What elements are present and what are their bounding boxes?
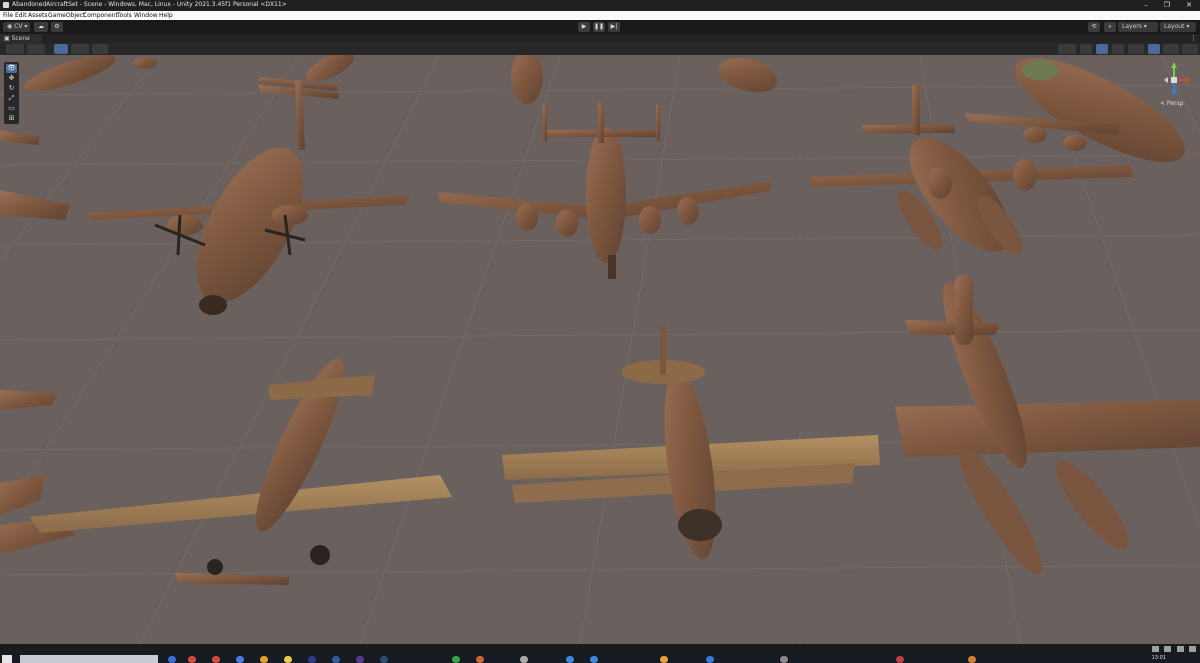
camera-settings-button[interactable]	[1163, 44, 1179, 54]
taskbar-app-icon[interactable]	[168, 656, 176, 663]
taskbar-app-icon[interactable]	[212, 656, 220, 663]
menu-window[interactable]: Window	[134, 11, 158, 20]
collab-icon: ⚙	[54, 23, 60, 30]
tab-scene[interactable]: ▣ Scene	[0, 34, 42, 43]
menu-bar: File Edit Assets GameObject Component To…	[0, 11, 1200, 20]
notifications-icon[interactable]	[1189, 646, 1196, 652]
taskbar-app-icon[interactable]	[968, 656, 976, 663]
more-options-icon[interactable]: ⋮	[1190, 34, 1197, 43]
cloud-button[interactable]: ☁	[34, 22, 48, 32]
history-button[interactable]: ⟲	[1088, 22, 1100, 32]
step-button[interactable]: ▶|	[608, 22, 620, 32]
pause-button[interactable]: ❚❚	[593, 22, 605, 32]
menu-file[interactable]: File	[3, 11, 13, 20]
collab-button[interactable]: ⚙	[51, 22, 63, 32]
render-mode-dropdown[interactable]	[27, 44, 45, 54]
draw-mode-dropdown[interactable]	[6, 44, 24, 54]
rotate-tool-icon[interactable]: ↻	[6, 84, 17, 93]
pivot-toggle[interactable]	[54, 44, 68, 54]
menu-component[interactable]: Component	[83, 11, 118, 20]
axis-gizmo-icon	[1164, 62, 1191, 96]
scene-render	[0, 55, 1200, 644]
main-toolbar: ◉ CV ▾ ☁ ⚙ ▶ ❚❚ ▶| ⟲ ⌕ Layers ▾ Layout ▾	[0, 20, 1200, 34]
title-bar: AbandonedAircraftSet - Scene - Windows, …	[0, 0, 1200, 11]
taskbar-app-icon[interactable]	[284, 656, 292, 663]
taskbar-app-icon[interactable]	[780, 656, 788, 663]
menu-gameobject[interactable]: GameObject	[48, 11, 85, 20]
start-icon[interactable]	[2, 655, 12, 663]
effects-dropdown[interactable]	[1128, 44, 1144, 54]
taskbar-app-icon[interactable]	[452, 656, 460, 663]
window-title: AbandonedAircraftSet - Scene - Windows, …	[12, 1, 287, 8]
step-icon: ▶|	[610, 23, 618, 30]
scale-tool-icon[interactable]: ⤢	[6, 94, 17, 103]
menu-tools[interactable]: Tools	[117, 11, 132, 20]
menu-edit[interactable]: Edit	[15, 11, 27, 20]
search-button[interactable]: ⌕	[1104, 22, 1116, 32]
account-label: CV	[14, 23, 23, 30]
history-icon: ⟲	[1091, 23, 1097, 30]
taskbar-app-icon[interactable]	[356, 656, 364, 663]
os-taskbar: 13:01	[0, 654, 1200, 663]
lighting-toggle[interactable]	[1096, 44, 1108, 54]
pause-icon: ❚❚	[593, 23, 605, 30]
layers-dropdown[interactable]: Layers ▾	[1118, 22, 1158, 32]
view-tool-icon[interactable]: 👁	[6, 64, 17, 73]
taskbar-app-icon[interactable]	[332, 656, 340, 663]
menu-assets[interactable]: Assets	[28, 11, 48, 20]
play-button[interactable]: ▶	[578, 22, 590, 32]
scene-view-toolbar	[0, 43, 1200, 55]
snap-dropdown[interactable]	[71, 44, 89, 54]
gizmos-dropdown[interactable]	[1182, 44, 1198, 54]
scene-viewport[interactable]: < Persp	[0, 55, 1200, 644]
tab-strip: ▣ Scene ⋮	[0, 34, 1200, 43]
grid-dropdown[interactable]	[92, 44, 108, 54]
2d-toggle[interactable]	[1080, 44, 1092, 54]
orientation-gizmo[interactable]: < Persp	[1156, 60, 1196, 108]
progress-icon[interactable]	[1164, 646, 1171, 652]
menu-help[interactable]: Help	[159, 11, 173, 20]
restore-icon[interactable]: ❐	[1158, 0, 1176, 11]
layout-label: Layout	[1164, 23, 1185, 30]
taskbar-app-icon[interactable]	[590, 656, 598, 663]
minimize-icon[interactable]: –	[1137, 0, 1155, 11]
scene-tab-icon: ▣	[4, 35, 12, 42]
taskbar-app-icon[interactable]	[660, 656, 668, 663]
camera-mode-dropdown[interactable]	[1058, 44, 1076, 54]
scene-tab-label: Scene	[11, 35, 30, 42]
taskbar-app-icon[interactable]	[896, 656, 904, 663]
taskbar-app-icon[interactable]	[706, 656, 714, 663]
hidden-objects-toggle[interactable]	[1148, 44, 1160, 54]
taskbar-app-icon[interactable]	[188, 656, 196, 663]
close-icon[interactable]: ✕	[1180, 0, 1198, 11]
unity-logo-icon	[3, 2, 9, 8]
camera-projection-label[interactable]: < Persp	[1160, 100, 1183, 107]
audio-toggle[interactable]	[1112, 44, 1124, 54]
taskbar-app-icon[interactable]	[308, 656, 316, 663]
tools-palette: 👁 ✥ ↻ ⤢ ▭ ⊞	[4, 62, 19, 124]
taskbar-app-icon[interactable]	[380, 656, 388, 663]
cache-server-icon[interactable]	[1152, 646, 1159, 652]
taskbar-app-icon[interactable]	[520, 656, 528, 663]
taskbar-app-icon[interactable]	[476, 656, 484, 663]
transform-tool-icon[interactable]: ⊞	[6, 114, 17, 123]
play-icon: ▶	[581, 23, 587, 30]
layout-dropdown[interactable]: Layout ▾	[1160, 22, 1196, 32]
move-tool-icon[interactable]: ✥	[6, 74, 17, 83]
rect-tool-icon[interactable]: ▭	[6, 104, 17, 113]
taskbar-app-icon[interactable]	[260, 656, 268, 663]
taskbar-search-box[interactable]	[20, 655, 158, 663]
taskbar-clock[interactable]: 13:01	[1152, 655, 1166, 661]
taskbar-app-icon[interactable]	[566, 656, 574, 663]
account-dropdown[interactable]: ◉ CV ▾	[3, 22, 30, 32]
layers-label: Layers	[1122, 23, 1142, 30]
debug-mode-icon[interactable]	[1177, 646, 1184, 652]
search-icon: ⌕	[1108, 23, 1112, 30]
taskbar-app-icon[interactable]	[236, 656, 244, 663]
cloud-icon: ☁	[38, 23, 44, 30]
status-bar	[0, 644, 1200, 654]
